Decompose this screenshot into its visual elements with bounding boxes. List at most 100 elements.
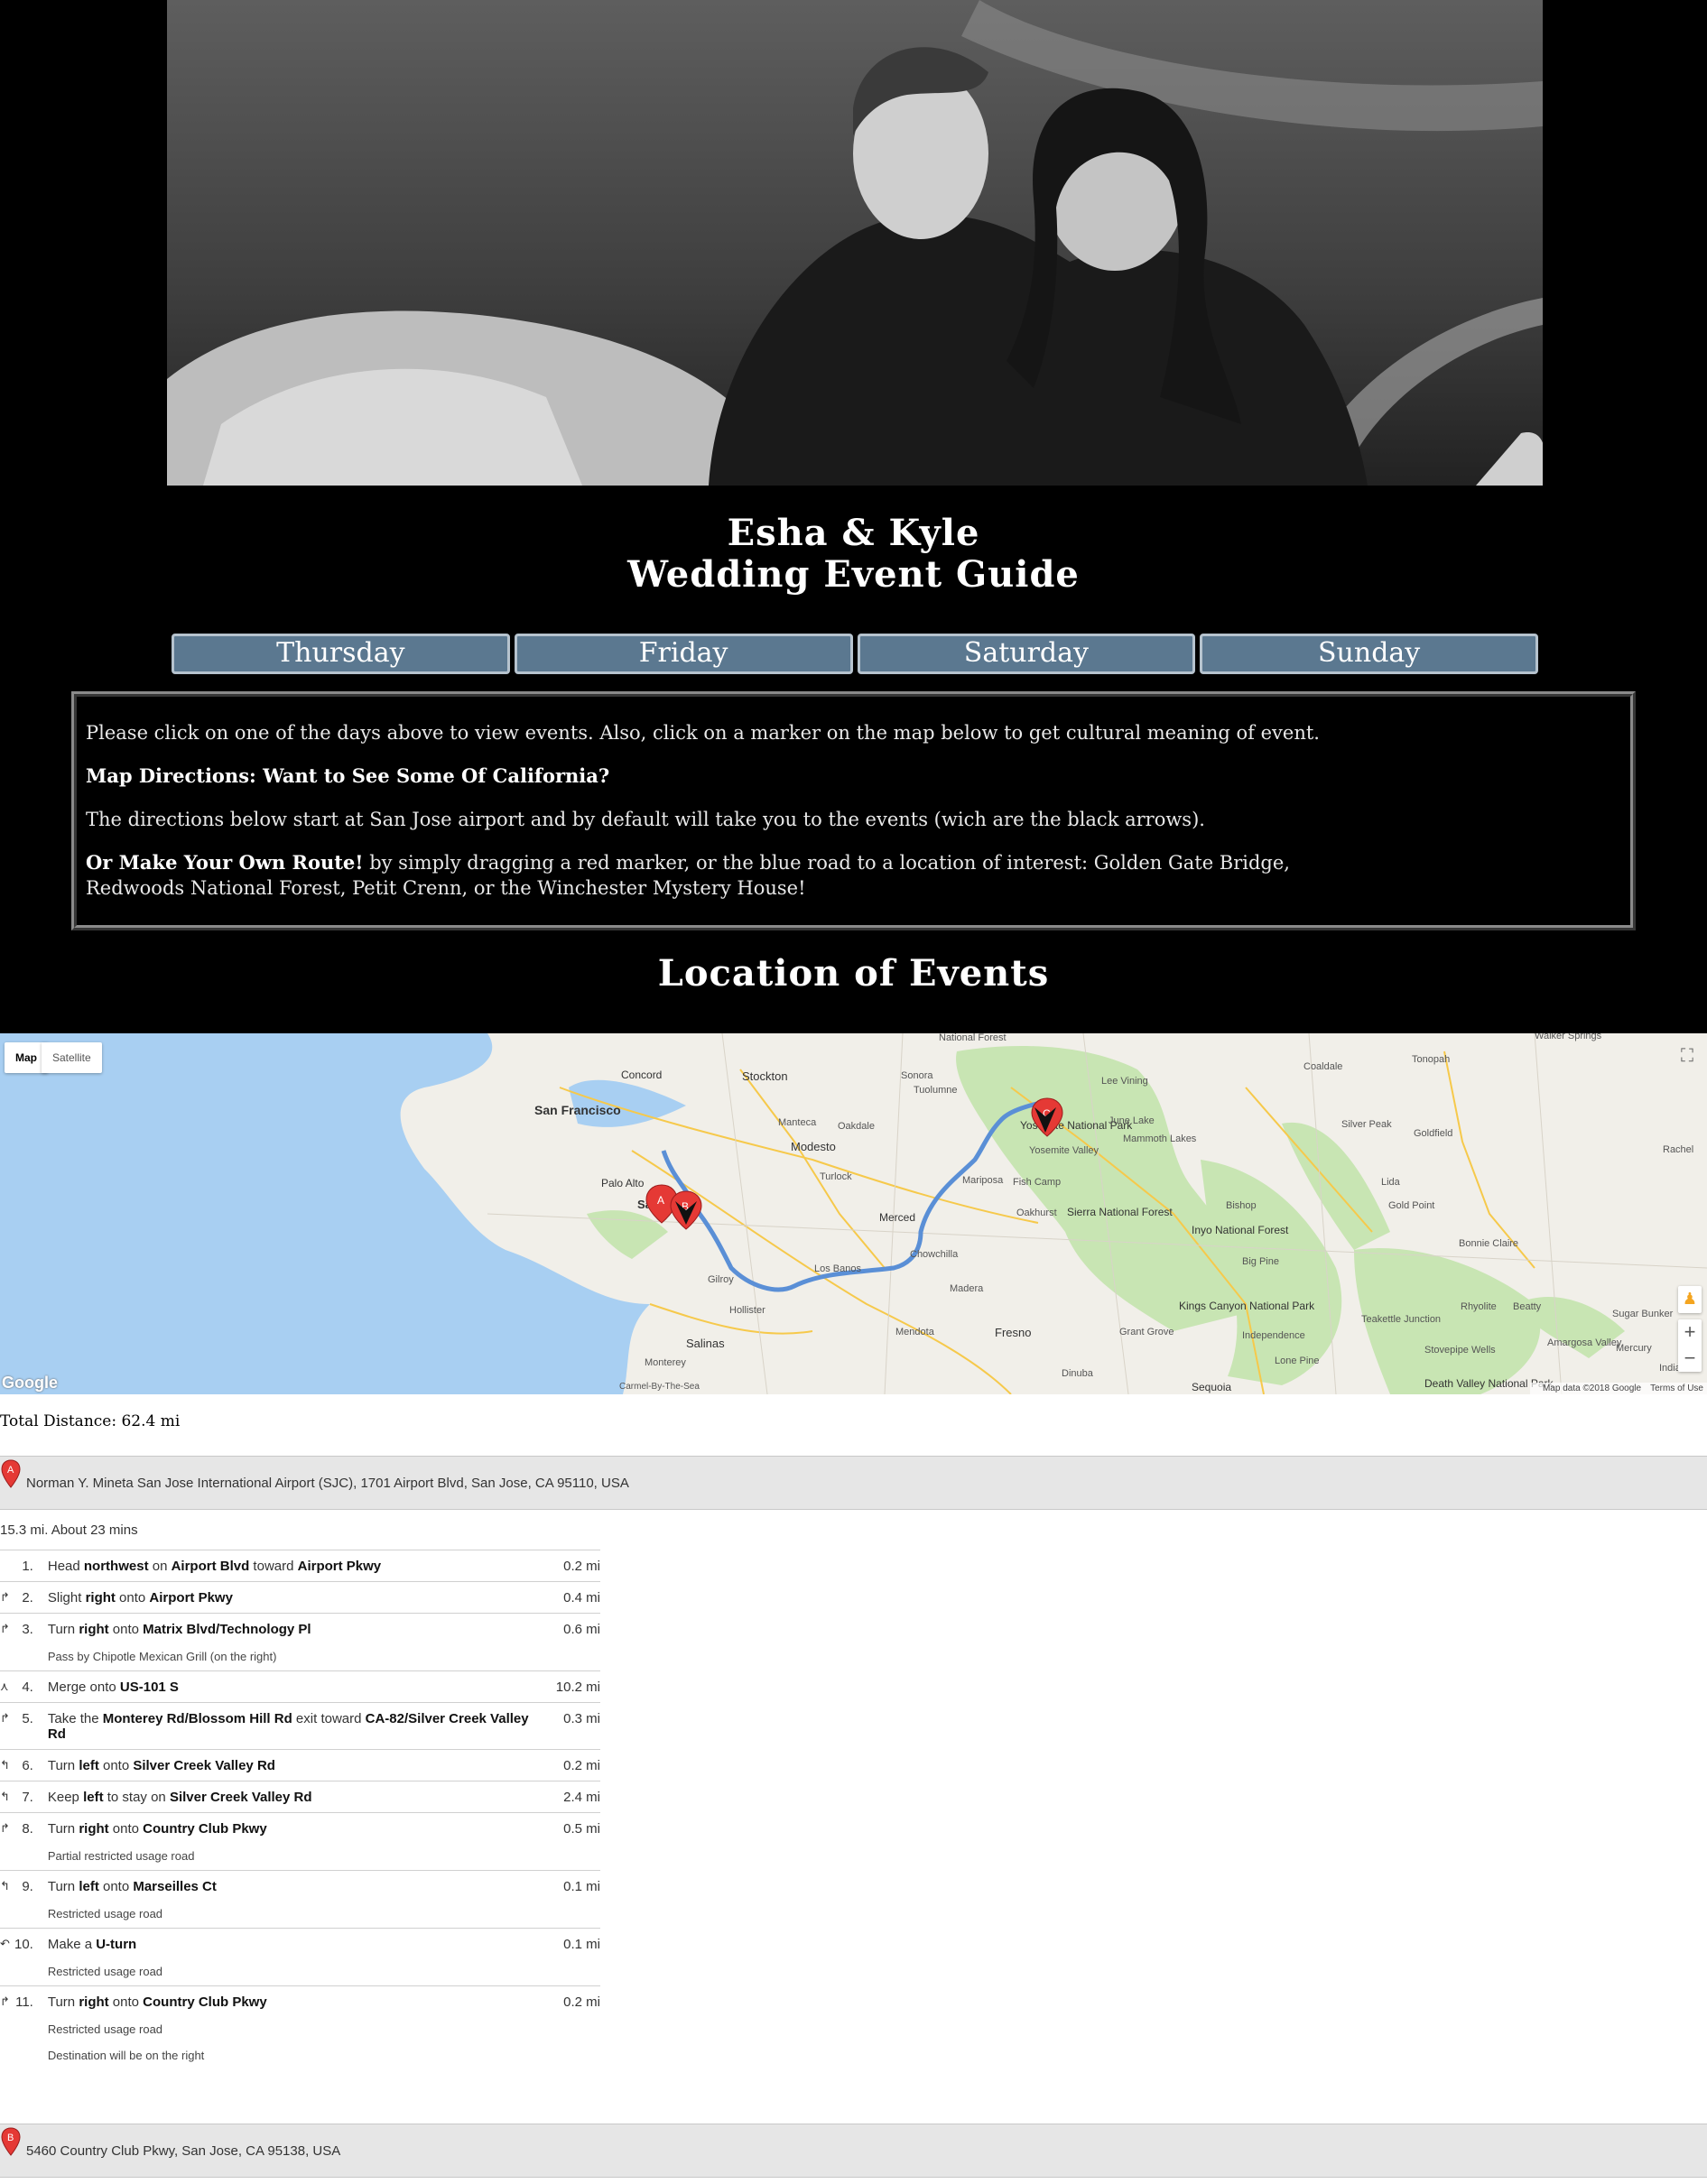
step-text: toward xyxy=(249,1559,298,1574)
directions-note: The directions below start at San Jose a… xyxy=(86,809,1205,830)
svg-text:Tonopah: Tonopah xyxy=(1412,1054,1450,1065)
custom-route-line2: Redwoods National Forest, Petit Crenn, o… xyxy=(86,877,806,899)
end-address: 5460 Country Club Pkwy, San Jose, CA 951… xyxy=(26,2143,341,2159)
step-distance: 0.1 mi xyxy=(537,1928,600,1986)
step-bold: U-turn xyxy=(96,1937,137,1952)
step-text: Turn xyxy=(47,1994,79,2010)
zoom-out-button[interactable]: − xyxy=(1678,1346,1702,1372)
page-title-subtitle: Wedding Event Guide xyxy=(627,553,1080,596)
svg-text:Stockton: Stockton xyxy=(742,1069,788,1083)
marker-a-icon: A xyxy=(1,1459,21,1488)
step-number: 7. xyxy=(14,1781,48,1813)
step-bold: left xyxy=(79,1879,99,1894)
svg-text:Chowchilla: Chowchilla xyxy=(910,1249,959,1260)
couple-photo xyxy=(167,0,1543,486)
direction-step[interactable]: ↰ 6. Turn left onto Silver Creek Valley Rd… xyxy=(0,1749,600,1781)
step-bold: right xyxy=(79,1821,109,1837)
svg-text:Walker Springs: Walker Springs xyxy=(1535,1033,1602,1041)
tab-saturday[interactable]: Saturday xyxy=(857,634,1196,674)
step-text: Merge onto xyxy=(47,1680,120,1695)
tab-friday[interactable]: Friday xyxy=(514,634,853,674)
maneuver-icon xyxy=(0,1550,14,1582)
start-waypoint[interactable]: A Norman Y. Mineta San Jose Internationa… xyxy=(0,1456,1707,1510)
svg-text:Madera: Madera xyxy=(950,1283,984,1294)
step-note: Partial restricted usage road xyxy=(47,1849,195,1863)
route-map[interactable]: National Forest Walker Springs Concord S… xyxy=(0,1033,1707,1394)
step-text: Turn xyxy=(47,1821,79,1837)
svg-text:Big Pine: Big Pine xyxy=(1242,1256,1279,1267)
step-number: 6. xyxy=(14,1749,48,1781)
directions-steps: 1. Head northwest on Airport Blvd toward … xyxy=(0,1550,600,2069)
custom-route-text: Or Make Your Own Route! by simply draggi… xyxy=(86,850,1621,901)
terms-link[interactable]: Terms of Use xyxy=(1650,1384,1703,1393)
step-bold: Silver Creek Valley Rd xyxy=(169,1790,312,1805)
step-note: Pass by Chipotle Mexican Grill (on the r… xyxy=(47,1650,277,1663)
direction-step[interactable]: ↰ 7. Keep left to stay on Silver Creek Val… xyxy=(0,1781,600,1813)
svg-text:Coaldale: Coaldale xyxy=(1303,1061,1342,1072)
svg-text:Rhyolite: Rhyolite xyxy=(1461,1301,1497,1312)
street-view-pegman-icon[interactable]: ♟ xyxy=(1678,1286,1702,1313)
direction-step[interactable]: ↱ 5. Take the Monterey Rd/Blossom Hill Rd … xyxy=(0,1702,600,1750)
end-waypoint[interactable]: B 5460 Country Club Pkwy, San Jose, CA 9… xyxy=(0,2124,1707,2178)
step-note: Destination will be on the right xyxy=(47,2049,205,2062)
step-text: onto xyxy=(108,1994,144,2010)
svg-text:Hollister: Hollister xyxy=(729,1305,765,1316)
step-instruction: Take the Monterey Rd/Blossom Hill Rd exi… xyxy=(47,1702,537,1750)
step-bold: Country Club Pkwy xyxy=(143,1821,267,1837)
step-text: Turn xyxy=(47,1622,79,1637)
tab-sunday[interactable]: Sunday xyxy=(1200,634,1538,674)
svg-text:Carmel-By-The-Sea: Carmel-By-The-Sea xyxy=(619,1382,700,1392)
step-bold: Airport Pkwy xyxy=(149,1590,233,1606)
direction-step[interactable]: ↱ 8. Turn right onto Country Club Pkwy Part… xyxy=(0,1812,600,1871)
zoom-in-button[interactable]: + xyxy=(1678,1319,1702,1346)
svg-text:Rachel: Rachel xyxy=(1663,1144,1693,1155)
direction-step[interactable]: ↱ 11. Turn right onto Country Club Pkwy Res… xyxy=(0,1985,600,2069)
direction-step[interactable]: 1. Head northwest on Airport Blvd toward … xyxy=(0,1550,600,1582)
step-instruction: Keep left to stay on Silver Creek Valley… xyxy=(47,1781,537,1813)
step-distance: 0.6 mi xyxy=(537,1613,600,1671)
step-bold: right xyxy=(85,1590,116,1606)
marker-b-icon: B xyxy=(1,2127,21,2156)
step-bold: US-101 S xyxy=(119,1680,179,1695)
direction-step[interactable]: ↱ 3. Turn right onto Matrix Blvd/Technolog… xyxy=(0,1613,600,1671)
day-tabs: Thursday Friday Saturday Sunday xyxy=(172,634,1538,675)
step-number: 11. xyxy=(14,1985,48,2069)
svg-text:Oakhurst: Oakhurst xyxy=(1016,1208,1057,1218)
svg-text:Oakdale: Oakdale xyxy=(838,1121,875,1132)
step-instruction: Turn right onto Country Club Pkwy Partial… xyxy=(47,1812,537,1871)
maneuver-icon: ↱ xyxy=(0,1812,14,1871)
direction-step[interactable]: ↶ 10. Make a U-turn Restricted usage road 0.… xyxy=(0,1928,600,1986)
custom-route-lead: Or Make Your Own Route! xyxy=(86,851,364,874)
maneuver-icon: ↶ xyxy=(0,1928,14,1986)
tab-thursday[interactable]: Thursday xyxy=(172,634,510,674)
total-distance: Total Distance: 62.4 mi xyxy=(0,1412,181,1430)
svg-text:Bishop: Bishop xyxy=(1226,1200,1257,1211)
svg-text:Los Banos: Los Banos xyxy=(814,1263,861,1274)
direction-step[interactable]: ↱ 2. Slight right onto Airport Pkwy 0.4 mi xyxy=(0,1581,600,1614)
svg-text:Yosemite Valley: Yosemite Valley xyxy=(1029,1145,1099,1156)
step-text: Head xyxy=(47,1559,84,1574)
svg-text:Modesto: Modesto xyxy=(791,1140,836,1153)
map-type-satellite-button[interactable]: Satellite xyxy=(42,1042,102,1073)
svg-text:Amargosa Valley: Amargosa Valley xyxy=(1547,1337,1622,1348)
step-number: 8. xyxy=(14,1812,48,1871)
svg-text:Beatty: Beatty xyxy=(1513,1301,1542,1312)
step-bold: Matrix Blvd/Technology Pl xyxy=(143,1622,311,1637)
step-text: onto xyxy=(108,1821,144,1837)
fullscreen-icon[interactable]: ⛶ xyxy=(1675,1042,1700,1068)
svg-text:Salinas: Salinas xyxy=(686,1337,725,1350)
svg-text:Sonora: Sonora xyxy=(901,1070,933,1081)
step-bold: left xyxy=(79,1758,99,1773)
step-instruction: Turn left onto Marseilles Ct Restricted u… xyxy=(47,1870,537,1929)
step-bold: Airport Blvd xyxy=(171,1559,250,1574)
step-bold: Country Club Pkwy xyxy=(143,1994,267,2010)
direction-step[interactable]: ↰ 9. Turn left onto Marseilles Ct Restricte… xyxy=(0,1870,600,1929)
step-text: Slight xyxy=(47,1590,86,1606)
map-canvas[interactable]: National Forest Walker Springs Concord S… xyxy=(0,1033,1707,1394)
direction-step[interactable]: ⋏ 4. Merge onto US-101 S 10.2 mi xyxy=(0,1670,600,1703)
step-bold: left xyxy=(83,1790,104,1805)
step-number: 3. xyxy=(14,1613,48,1671)
step-number: 9. xyxy=(14,1870,48,1929)
step-note: Restricted usage road xyxy=(47,2022,163,2036)
svg-text:Gilroy: Gilroy xyxy=(708,1274,734,1285)
